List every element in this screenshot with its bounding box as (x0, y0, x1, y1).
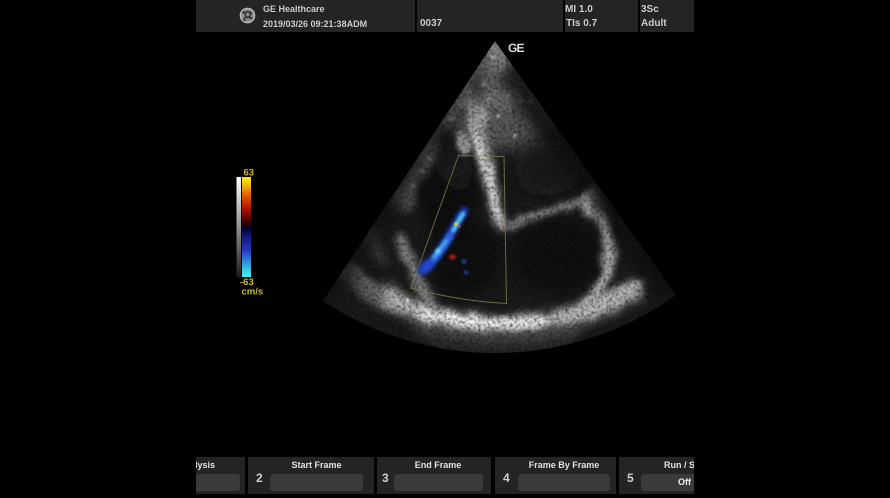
svg-text:cm/s: cm/s (242, 287, 264, 298)
svg-text:63: 63 (244, 168, 255, 179)
svg-text:GE: GE (508, 41, 525, 55)
